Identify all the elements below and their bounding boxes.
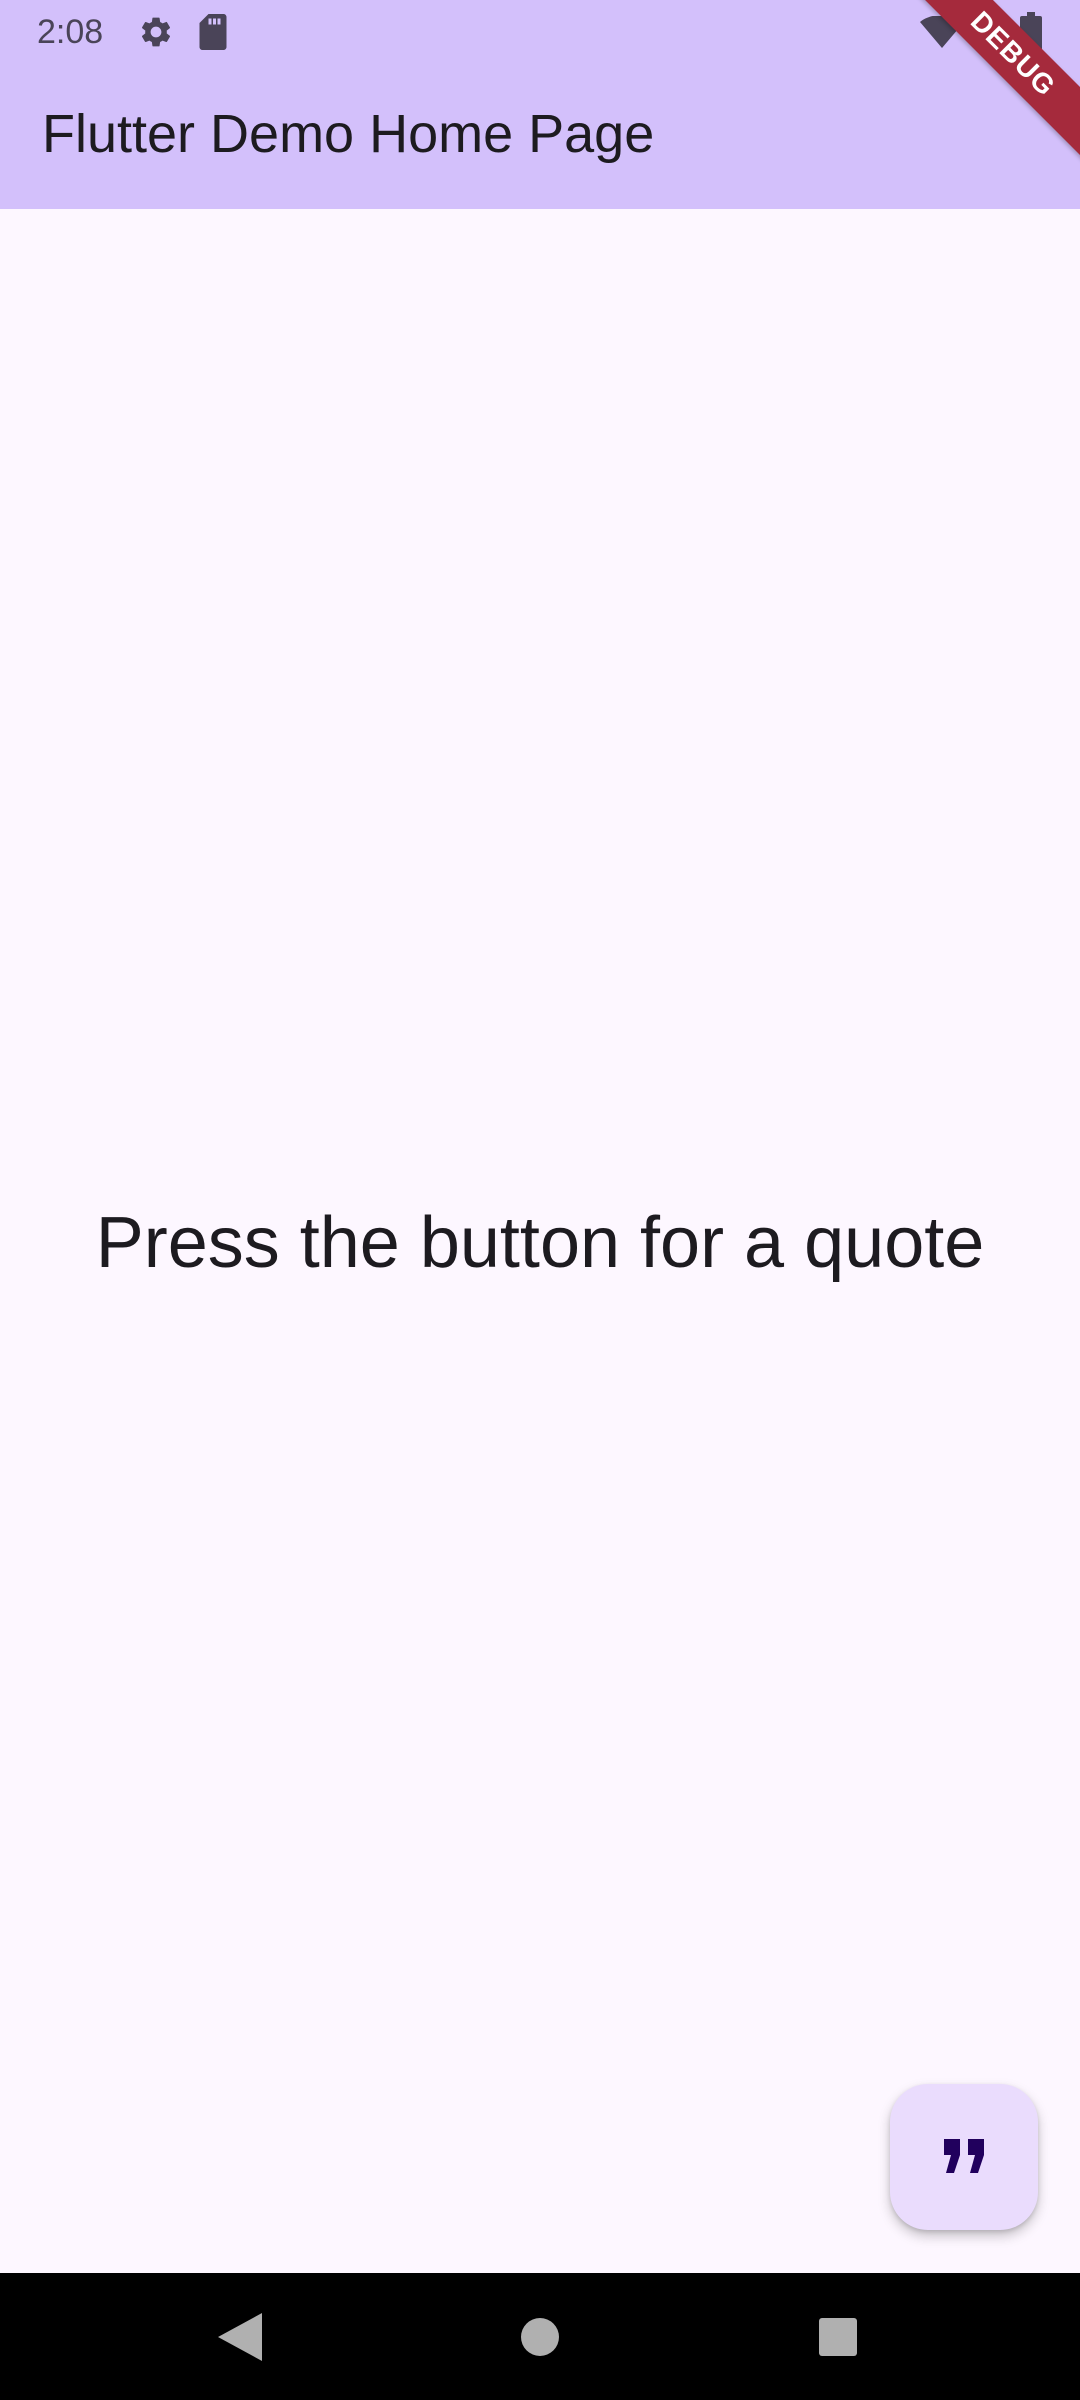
page-title: Flutter Demo Home Page: [42, 104, 655, 164]
sd-card-icon: [199, 14, 227, 50]
quote-message: Press the button for a quote: [95, 1203, 985, 1283]
gear-icon: [141, 17, 171, 47]
home-icon[interactable]: [520, 2317, 560, 2357]
back-icon[interactable]: [218, 2313, 262, 2361]
status-bar: 2:08: [0, 0, 1080, 64]
status-time: 2:08: [37, 13, 104, 51]
screen: 2:08 Flutter Demo Home Page DEBUG Press …: [0, 0, 1080, 2400]
app-bar: 2:08 Flutter Demo Home Page: [0, 0, 1080, 209]
recents-icon[interactable]: [818, 2317, 858, 2357]
quote-button[interactable]: [890, 2084, 1038, 2230]
format-quote-icon: [944, 2139, 984, 2173]
navigation-bar: [0, 2273, 1080, 2400]
